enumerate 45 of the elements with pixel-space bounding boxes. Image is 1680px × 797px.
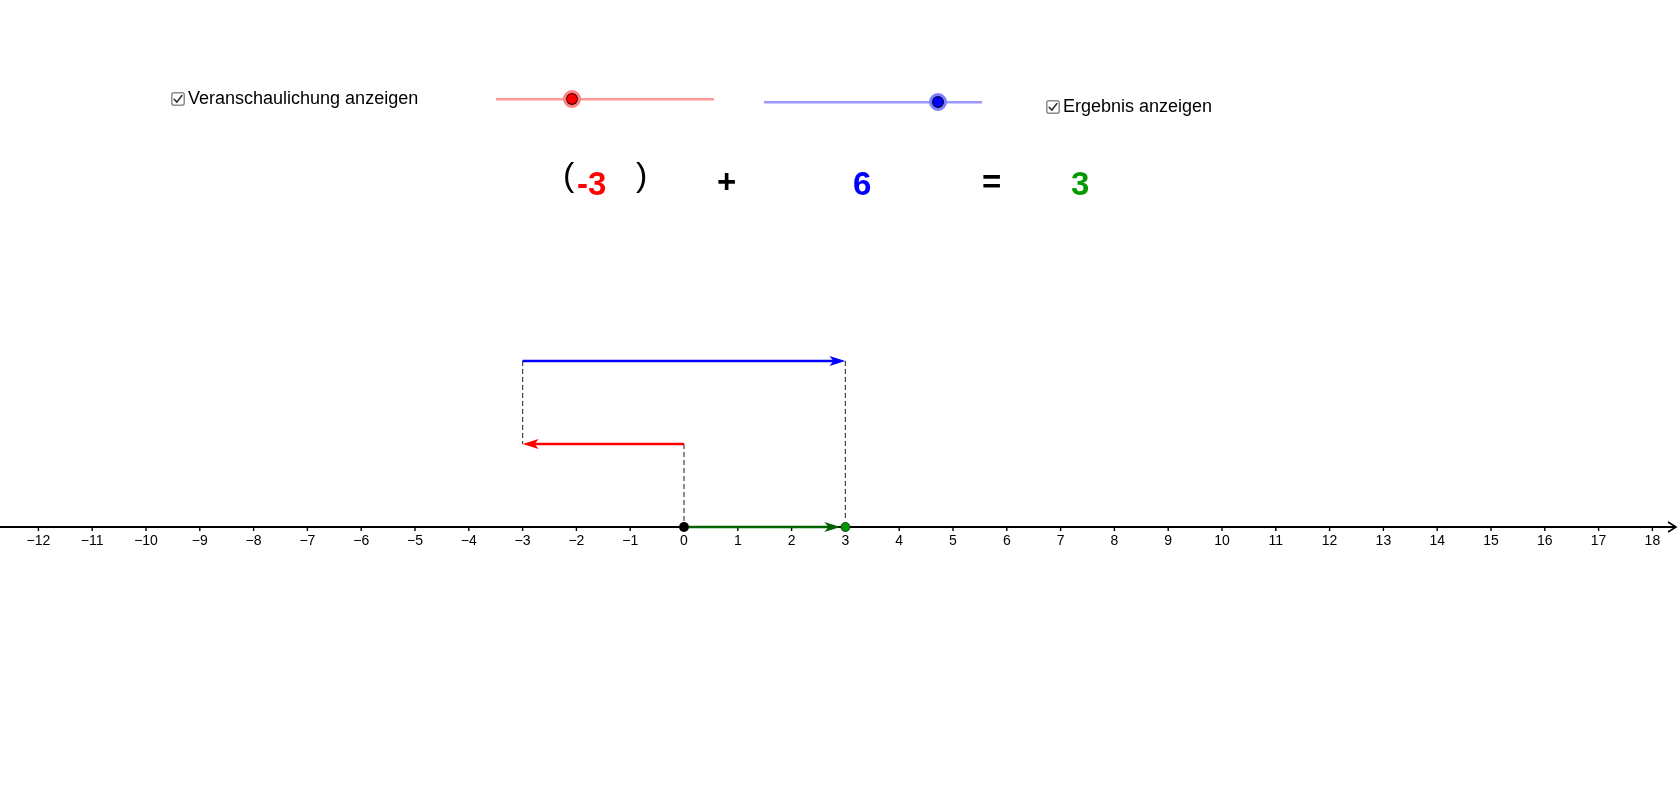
checkbox-label[interactable]: Ergebnis anzeigen	[1063, 96, 1213, 117]
tick-label: 10	[1214, 532, 1230, 548]
operator-sign: =	[982, 165, 1002, 198]
tick-label: −11	[80, 532, 104, 548]
result-value: 3	[1071, 167, 1090, 200]
tick-label: −12	[26, 532, 51, 548]
slider-thumb[interactable]	[929, 93, 948, 111]
tick-label: −3	[514, 532, 531, 548]
tick-label: 18	[1644, 532, 1661, 548]
tick-label: 8	[1110, 532, 1119, 548]
checkbox[interactable]	[171, 91, 185, 106]
tick-label: 15	[1483, 532, 1499, 548]
tick-label: 14	[1429, 532, 1445, 548]
tick-label: 1	[733, 532, 742, 548]
tick-label: −7	[299, 532, 316, 548]
tick-label: −8	[245, 532, 262, 548]
summand-value: 6	[853, 167, 872, 200]
checkbox[interactable]	[1046, 99, 1060, 114]
operator-sign: +	[717, 165, 737, 198]
origin-point	[679, 522, 689, 532]
tick-label: 9	[1164, 532, 1173, 548]
tick-label: 11	[1268, 532, 1284, 548]
tick-label: 17	[1590, 532, 1607, 548]
tick-label: −5	[407, 532, 423, 548]
tick-label: 2	[787, 532, 796, 548]
tick-label: 0	[680, 532, 688, 548]
tick-label: −10	[134, 532, 158, 548]
tick-label: −6	[353, 532, 370, 548]
tick-label: 13	[1375, 532, 1392, 548]
tick-label: −4	[460, 532, 477, 548]
tick-label: −2	[568, 532, 585, 548]
tick-label: 12	[1321, 532, 1338, 548]
tick-label: 3	[841, 532, 850, 548]
tick-label: −9	[191, 532, 208, 548]
tick-label: −1	[622, 532, 639, 548]
slider-thumb[interactable]	[563, 90, 582, 108]
tick-label: 5	[949, 532, 957, 548]
tick-label: 4	[895, 532, 904, 548]
tick-label: 7	[1056, 532, 1065, 548]
tick-label: 16	[1537, 532, 1553, 548]
summand-value: -3	[577, 167, 607, 200]
parenthesis: )	[636, 157, 648, 191]
checkbox-label[interactable]: Veranschaulichung anzeigen	[188, 88, 419, 109]
tick-label: 6	[1002, 532, 1011, 548]
parenthesis: (	[563, 157, 575, 191]
